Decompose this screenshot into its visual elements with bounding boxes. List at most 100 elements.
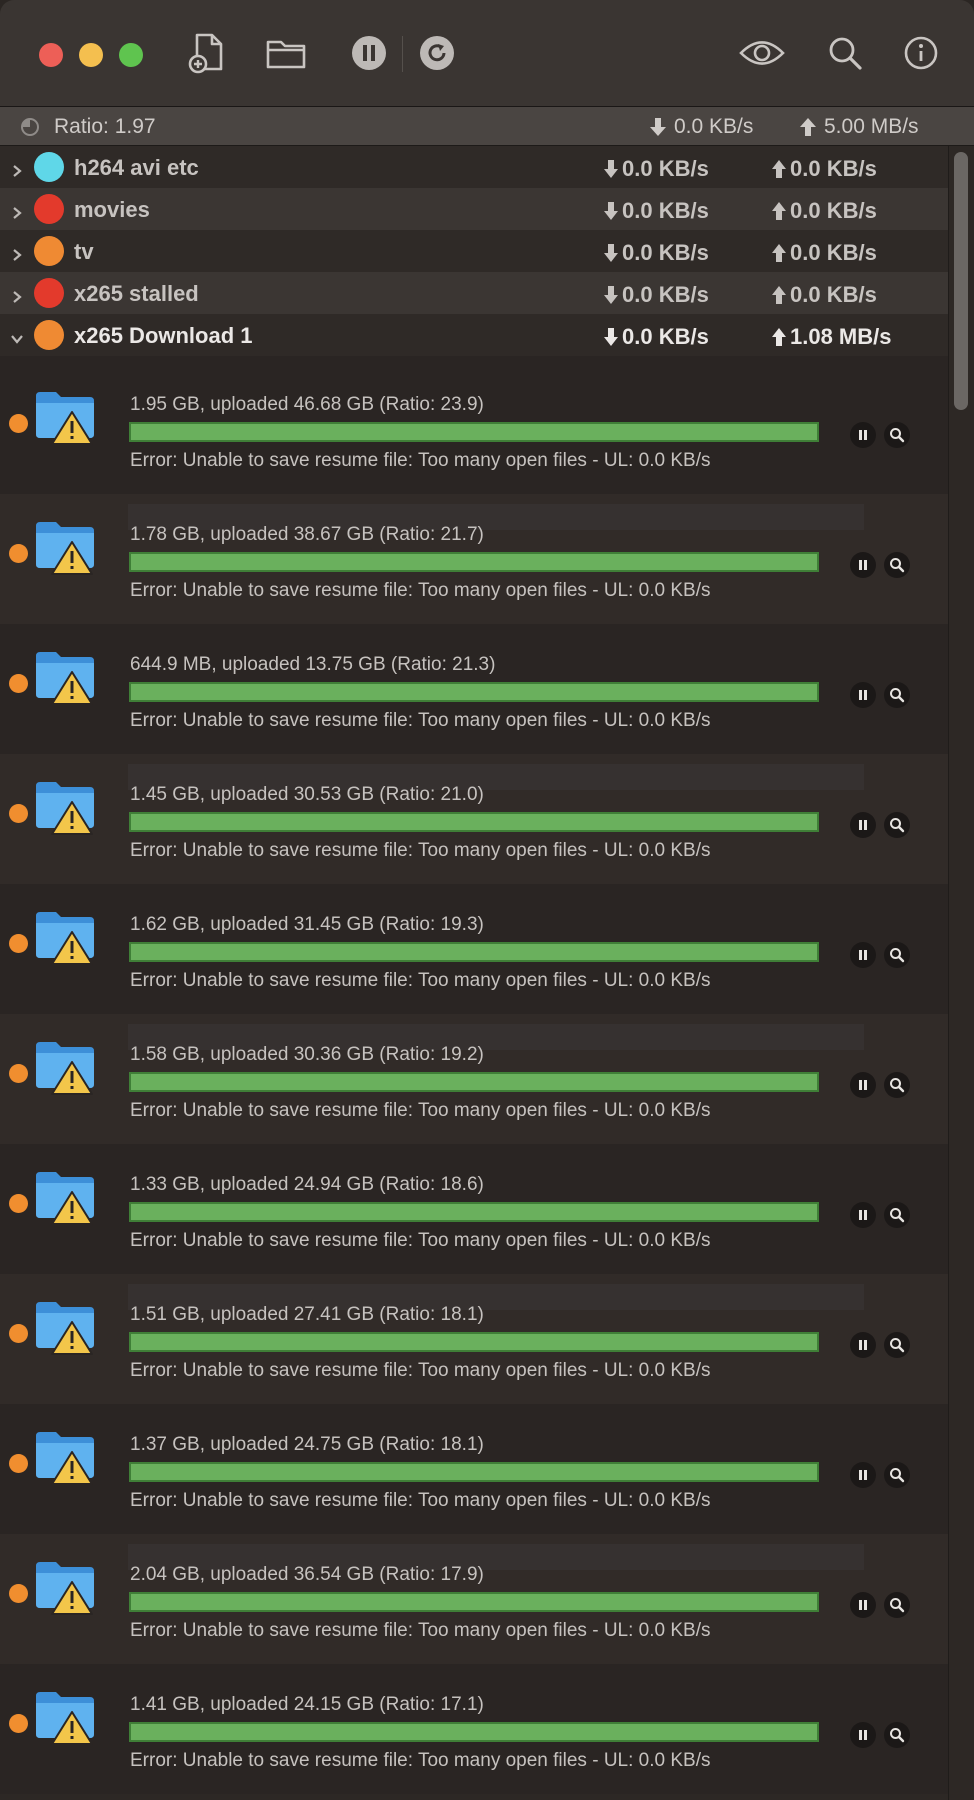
- upload-arrow-icon: [772, 286, 786, 304]
- pause-torrent-button[interactable]: [850, 1202, 876, 1228]
- reveal-torrent-button[interactable]: [884, 552, 910, 578]
- magnifier-icon: [890, 558, 905, 573]
- reveal-torrent-button[interactable]: [884, 942, 910, 968]
- total-download-rate: 0.0 KB/s: [650, 115, 753, 139]
- group-upload-rate: 0.0 KB/s: [772, 240, 877, 266]
- pause-torrent-button[interactable]: [850, 1592, 876, 1618]
- minimize-window-button[interactable]: [79, 43, 103, 67]
- torrent-row[interactable]: 1.78 GB, uploaded 38.67 GB (Ratio: 21.7)…: [0, 494, 948, 624]
- pause-torrent-button[interactable]: [850, 942, 876, 968]
- pause-torrent-button[interactable]: [850, 1462, 876, 1488]
- reveal-torrent-button[interactable]: [884, 812, 910, 838]
- chevron-right-icon[interactable]: [10, 158, 24, 184]
- status-dot: [9, 1064, 28, 1083]
- folder-warning-icon: [36, 782, 94, 835]
- magnifier-icon: [890, 818, 905, 833]
- status-dot: [9, 1454, 28, 1473]
- group-upload-rate: 0.0 KB/s: [772, 156, 877, 182]
- search-icon: [829, 37, 862, 70]
- group-upload-text: 0.0 KB/s: [790, 198, 877, 223]
- progress-bar: [129, 1202, 819, 1222]
- open-folder-button[interactable]: [261, 30, 311, 76]
- info-button[interactable]: [896, 30, 946, 76]
- torrent-row[interactable]: 1.51 GB, uploaded 27.41 GB (Ratio: 18.1)…: [0, 1274, 948, 1404]
- torrent-row[interactable]: 1.33 GB, uploaded 24.94 GB (Ratio: 18.6)…: [0, 1144, 948, 1274]
- chevron-down-icon[interactable]: [10, 326, 24, 352]
- download-rate-text: 0.0 KB/s: [674, 115, 754, 138]
- zoom-window-button[interactable]: [119, 43, 143, 67]
- pause-torrent-button[interactable]: [850, 1072, 876, 1098]
- group-upload-text: 1.08 MB/s: [790, 324, 892, 349]
- torrent-status-text: Error: Unable to save resume file: Too m…: [130, 1100, 711, 1121]
- reveal-torrent-button[interactable]: [884, 422, 910, 448]
- torrent-row[interactable]: 1.62 GB, uploaded 31.45 GB (Ratio: 19.3)…: [0, 884, 948, 1014]
- reveal-torrent-button[interactable]: [884, 1072, 910, 1098]
- reveal-torrent-button[interactable]: [884, 1202, 910, 1228]
- torrent-folder: [34, 518, 98, 581]
- torrent-status-text: Error: Unable to save resume file: Too m…: [130, 1620, 711, 1641]
- resume-all-button[interactable]: [412, 30, 462, 76]
- group-row[interactable]: tv 0.0 KB/s 0.0 KB/s: [0, 230, 948, 272]
- status-dot: [9, 1584, 28, 1603]
- upload-arrow-icon: [772, 244, 786, 262]
- pause-icon: [859, 690, 867, 700]
- progress-fill: [131, 944, 817, 960]
- group-color-dot: [34, 236, 64, 266]
- torrent-row[interactable]: 2.04 GB, uploaded 36.54 GB (Ratio: 17.9)…: [0, 1534, 948, 1664]
- pause-torrent-button[interactable]: [850, 1332, 876, 1358]
- list-spacer: [0, 356, 948, 364]
- pause-torrent-button[interactable]: [850, 682, 876, 708]
- progress-bar: [129, 1722, 819, 1742]
- reveal-torrent-button[interactable]: [884, 1592, 910, 1618]
- progress-fill: [131, 684, 817, 700]
- torrent-size-text: 1.45 GB, uploaded 30.53 GB (Ratio: 21.0): [130, 784, 484, 805]
- status-dot: [9, 1714, 28, 1733]
- upload-arrow-icon: [772, 328, 786, 346]
- torrent-size-text: 1.41 GB, uploaded 24.15 GB (Ratio: 17.1): [130, 1694, 484, 1715]
- magnifier-icon: [890, 1338, 905, 1353]
- reveal-torrent-button[interactable]: [884, 1332, 910, 1358]
- download-arrow-icon: [604, 160, 618, 178]
- torrent-list[interactable]: h264 avi etc 0.0 KB/s 0.0 KB/s movies 0.0 KB…: [0, 146, 948, 1800]
- torrent-row[interactable]: 1.58 GB, uploaded 30.36 GB (Ratio: 19.2)…: [0, 1014, 948, 1144]
- group-name: tv: [74, 239, 94, 264]
- chevron-right-icon[interactable]: [10, 242, 24, 268]
- torrent-row[interactable]: 1.41 GB, uploaded 24.15 GB (Ratio: 17.1)…: [0, 1664, 948, 1794]
- reveal-torrent-button[interactable]: [884, 682, 910, 708]
- search-button[interactable]: [820, 30, 870, 76]
- close-window-button[interactable]: [39, 43, 63, 67]
- reveal-torrent-button[interactable]: [884, 1462, 910, 1488]
- group-row[interactable]: x265 Download 1 0.0 KB/s 1.08 MB/s: [0, 314, 948, 356]
- torrent-folder: [34, 1428, 98, 1491]
- torrent-row[interactable]: 644.9 MB, uploaded 13.75 GB (Ratio: 21.3…: [0, 624, 948, 754]
- torrent-size-text: 1.33 GB, uploaded 24.94 GB (Ratio: 18.6): [130, 1174, 484, 1195]
- torrent-row[interactable]: 1.45 GB, uploaded 30.53 GB (Ratio: 21.0)…: [0, 754, 948, 884]
- magnifier-icon: [890, 1208, 905, 1223]
- group-upload-rate: 0.0 KB/s: [772, 282, 877, 308]
- torrent-row[interactable]: 1.95 GB, uploaded 46.68 GB (Ratio: 23.9)…: [0, 364, 948, 494]
- pause-torrent-button[interactable]: [850, 422, 876, 448]
- reveal-torrent-button[interactable]: [884, 1722, 910, 1748]
- status-dot: [9, 674, 28, 693]
- pause-torrent-button[interactable]: [850, 812, 876, 838]
- pause-all-button[interactable]: [344, 30, 394, 76]
- chevron-right-icon[interactable]: [10, 284, 24, 310]
- progress-fill: [131, 1074, 817, 1090]
- progress-fill: [131, 1724, 817, 1740]
- pause-icon: [859, 1600, 867, 1610]
- chevron-right-icon[interactable]: [10, 200, 24, 226]
- toolbar: [0, 0, 974, 107]
- scrollbar-thumb[interactable]: [954, 152, 968, 410]
- group-row[interactable]: x265 stalled 0.0 KB/s 0.0 KB/s: [0, 272, 948, 314]
- add-torrent-button[interactable]: [182, 30, 232, 76]
- torrent-row[interactable]: 1.37 GB, uploaded 24.75 GB (Ratio: 18.1)…: [0, 1404, 948, 1534]
- pause-torrent-button[interactable]: [850, 552, 876, 578]
- pause-torrent-button[interactable]: [850, 1722, 876, 1748]
- quicklook-button[interactable]: [737, 30, 787, 76]
- ratio-display[interactable]: Ratio: 1.97: [20, 115, 156, 139]
- group-row[interactable]: movies 0.0 KB/s 0.0 KB/s: [0, 188, 948, 230]
- pause-icon: [859, 430, 867, 440]
- torrent-status-text: Error: Unable to save resume file: Too m…: [130, 580, 711, 601]
- ratio-pie-icon: [21, 118, 39, 136]
- group-row[interactable]: h264 avi etc 0.0 KB/s 0.0 KB/s: [0, 146, 948, 188]
